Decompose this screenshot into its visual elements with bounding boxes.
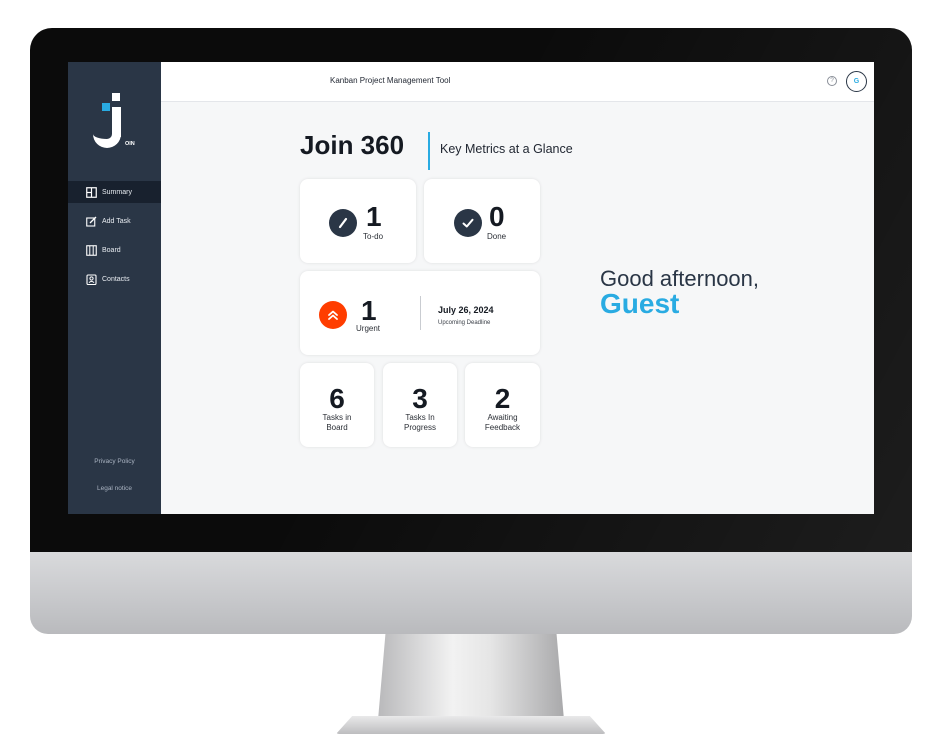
todo-card[interactable]: 1 To-do: [300, 179, 416, 263]
tasks-in-board-label-line1: Tasks in: [322, 413, 352, 422]
sidebar-nav: Summary Add Task Board Contacts: [68, 181, 161, 297]
monitor-stand-neck: [378, 634, 564, 720]
deadline-date: July 26, 2024: [438, 305, 494, 315]
pencil-icon: [329, 209, 357, 237]
app-title: Kanban Project Management Tool: [330, 76, 451, 85]
sidebar-item-add-task[interactable]: Add Task: [68, 210, 161, 232]
done-count: 0: [489, 201, 505, 232]
urgent-label: Urgent: [356, 324, 381, 333]
contacts-icon: [86, 273, 97, 285]
monitor-mockup: OIN Summary Add Task Board Contacts Priv…: [0, 0, 940, 735]
tasks-in-board-card[interactable]: 6 Tasks in Board: [300, 363, 374, 447]
privacy-policy-link[interactable]: Privacy Policy: [68, 458, 161, 465]
avatar[interactable]: G: [846, 71, 867, 92]
done-card[interactable]: 0 Done: [424, 179, 540, 263]
tasks-in-progress-card[interactable]: 3 Tasks In Progress: [383, 363, 457, 447]
title-divider: [428, 132, 430, 170]
sidebar-item-label: Contacts: [102, 275, 130, 283]
app-screen: OIN Summary Add Task Board Contacts Priv…: [68, 62, 874, 514]
todo-count: 1: [366, 201, 382, 232]
awaiting-feedback-label-line1: Awaiting: [487, 413, 518, 422]
done-label: Done: [487, 232, 507, 241]
tasks-in-progress-label-line1: Tasks In: [405, 413, 435, 422]
top-bar: Kanban Project Management Tool ? G: [161, 62, 874, 102]
sidebar-item-label: Board: [102, 246, 121, 254]
todo-label: To-do: [363, 232, 384, 241]
tasks-in-progress-count: 3: [412, 383, 428, 414]
double-chevron-up-icon: [319, 301, 347, 329]
sidebar-item-board[interactable]: Board: [68, 239, 161, 261]
awaiting-feedback-label-line2: Feedback: [484, 423, 521, 432]
sidebar-item-contacts[interactable]: Contacts: [68, 268, 161, 290]
sidebar-item-label: Summary: [102, 188, 132, 196]
sidebar-item-summary[interactable]: Summary: [68, 181, 161, 203]
summary-icon: [86, 186, 97, 198]
tasks-in-progress-label-line2: Progress: [403, 423, 436, 432]
monitor-chin: [30, 552, 912, 634]
awaiting-feedback-count: 2: [494, 383, 511, 414]
join-logo[interactable]: OIN: [90, 90, 140, 152]
sidebar: OIN Summary Add Task Board Contacts Priv…: [68, 62, 161, 514]
check-icon: [454, 209, 482, 237]
avatar-initial: G: [853, 78, 860, 85]
urgent-card[interactable]: 1 Urgent July 26, 2024 Upcoming Deadline: [300, 271, 540, 355]
logo-suffix: OIN: [125, 141, 135, 147]
deadline-label: Upcoming Deadline: [438, 320, 491, 326]
board-icon: [86, 244, 97, 256]
monitor-stand-foot: [336, 716, 606, 734]
sidebar-item-label: Add Task: [102, 217, 131, 225]
tasks-in-board-label-line2: Board: [326, 423, 348, 432]
legal-notice-link[interactable]: Legal notice: [68, 485, 161, 492]
help-icon[interactable]: ?: [827, 76, 837, 86]
tasks-in-board-count: 6: [329, 383, 345, 414]
page-title: Join 360: [300, 130, 405, 160]
page-subtitle: Key Metrics at a Glance: [440, 142, 573, 156]
urgent-divider: [420, 296, 421, 330]
urgent-count: 1: [361, 295, 377, 326]
user-name: Guest: [600, 288, 680, 319]
awaiting-feedback-card[interactable]: 2 Awaiting Feedback: [465, 363, 540, 447]
edit-icon: [86, 216, 97, 227]
